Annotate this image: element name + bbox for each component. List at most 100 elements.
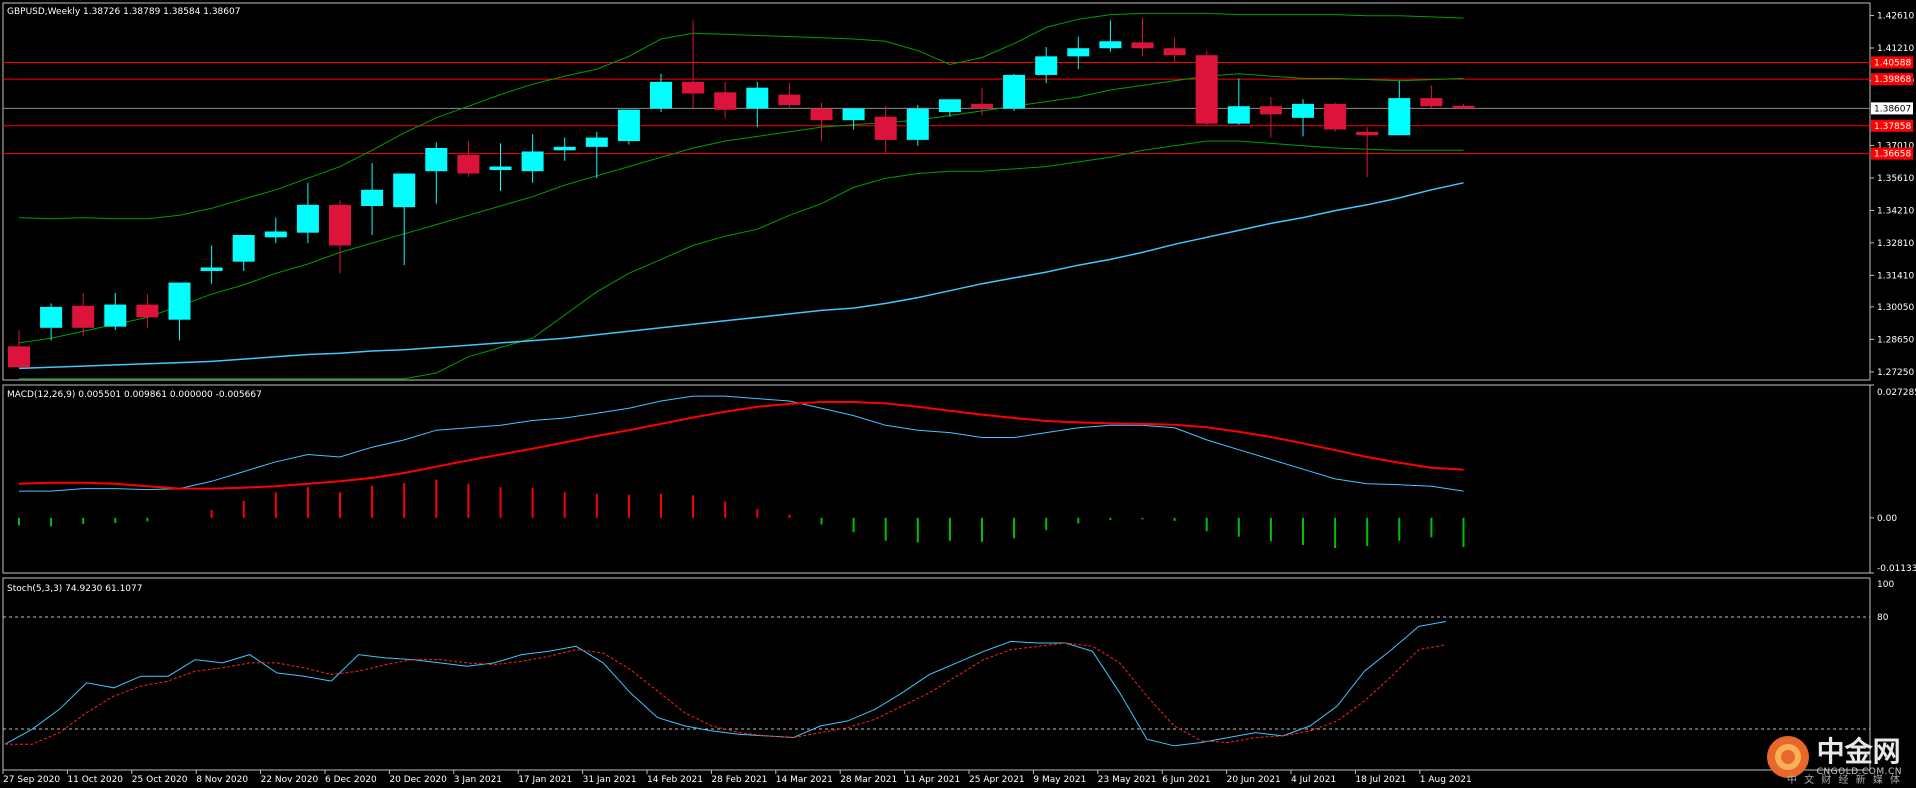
- candle-body: [136, 304, 159, 318]
- candle-body: [938, 99, 961, 113]
- watermark-slogan: 中 文 财 经 新 媒 体: [1786, 775, 1902, 786]
- time-tick-label: 27 Sep 2020: [3, 775, 60, 785]
- candle-body: [553, 146, 576, 151]
- time-tick-label: 3 Jan 2021: [454, 775, 502, 785]
- candle-body: [874, 116, 897, 140]
- candle-body: [1195, 55, 1218, 124]
- candle-body: [200, 267, 223, 271]
- stoch-panel[interactable]: Stoch(5,3,3) 74.9230 61.1077: [2, 577, 1871, 771]
- candle-body: [1324, 103, 1347, 130]
- macd-tick-label: -0.011331: [1877, 564, 1916, 574]
- candle-body: [714, 92, 737, 110]
- time-tick-label: 8 Nov 2020: [196, 775, 248, 785]
- time-tick-label: 31 Jan 2021: [583, 775, 637, 785]
- time-tick-label: 6 Jun 2021: [1162, 775, 1210, 785]
- time-tick-label: 20 Jun 2021: [1227, 775, 1281, 785]
- candle-body: [906, 108, 929, 140]
- time-tick-label: 28 Feb 2021: [711, 775, 767, 785]
- time-tick-label: 11 Oct 2020: [67, 775, 123, 785]
- time-tick-label: 14 Mar 2021: [776, 775, 833, 785]
- time-tick-label: 18 Jul 2021: [1355, 775, 1406, 785]
- price-tick-label: 1.34210: [1877, 206, 1914, 216]
- price-tick-label: 1.41210: [1877, 44, 1914, 54]
- horizontal-levels: [3, 61, 1870, 155]
- price-tick-label: 1.30050: [1877, 303, 1914, 313]
- price-tick-label: 1.35610: [1877, 174, 1914, 184]
- price-tick-label: 1.27250: [1877, 368, 1914, 378]
- candle-body: [457, 154, 480, 174]
- price-tick-label: 1.32810: [1877, 239, 1914, 249]
- candle-body: [425, 148, 448, 172]
- candle-body: [232, 235, 255, 262]
- candle-body: [1099, 41, 1122, 49]
- macd-histogram: [18, 479, 1465, 548]
- candle-body: [521, 151, 544, 172]
- candle-body: [650, 81, 672, 109]
- time-tick-label: 20 Dec 2020: [389, 775, 447, 785]
- macd-panel[interactable]: MACD(12,26,9) 0.005501 0.009861 0.000000…: [2, 384, 1871, 574]
- candle-body: [264, 231, 287, 238]
- candle-body: [361, 189, 384, 206]
- candle-body: [1227, 106, 1250, 124]
- macd-lines: [18, 395, 1464, 492]
- macd-header: MACD(12,26,9) 0.005501 0.009861 0.000000…: [7, 390, 262, 400]
- candle-body: [682, 81, 705, 94]
- macd-main-line: [19, 395, 1464, 492]
- candle-body: [810, 108, 833, 121]
- watermark-brand: 中金网: [1816, 735, 1901, 768]
- candle-body: [104, 304, 127, 327]
- time-tick-label: 9 May 2021: [1033, 775, 1086, 785]
- time-tick-label: 14 Feb 2021: [647, 775, 703, 785]
- level-tag-label: 1.40588: [1874, 58, 1911, 68]
- candle-body: [1292, 103, 1314, 118]
- price-tick-label: 1.42610: [1877, 12, 1914, 22]
- candle-body: [168, 282, 191, 320]
- time-tick-label: 17 Jan 2021: [518, 775, 572, 785]
- stoch-tick-label: 80: [1877, 613, 1889, 623]
- price-tick-label: 1.31410: [1877, 271, 1914, 281]
- time-tick-label: 6 Dec 2020: [325, 775, 377, 785]
- candle-body: [40, 306, 63, 328]
- candle-body: [1420, 98, 1443, 107]
- candle-body: [842, 108, 865, 121]
- candle-body: [746, 87, 769, 109]
- price-panel[interactable]: GBPUSD,Weekly 1.38726 1.38789 1.38584 1.…: [2, 2, 1871, 381]
- time-tick-label: 23 May 2021: [1098, 775, 1157, 785]
- candle-body: [1388, 98, 1411, 136]
- candle-body: [8, 346, 30, 368]
- time-tick-label: 22 Nov 2020: [261, 775, 319, 785]
- price-tick-label: 1.28650: [1877, 335, 1914, 345]
- candle-body: [1035, 56, 1058, 75]
- candle-body: [1131, 42, 1154, 49]
- symbol-header: GBPUSD,Weekly 1.38726 1.38789 1.38584 1.…: [7, 7, 240, 17]
- time-tick-label: 1 Aug 2021: [1420, 775, 1472, 785]
- candle-body: [1452, 105, 1475, 109]
- level-tag-label: 1.37858: [1874, 122, 1911, 132]
- candle-body: [489, 166, 512, 171]
- candle-body: [1163, 48, 1186, 56]
- time-tick-label: 25 Oct 2020: [132, 775, 188, 785]
- candle-body: [617, 109, 640, 142]
- stoch-lines: [4, 621, 1447, 747]
- level-tag-label: 1.39868: [1874, 75, 1911, 85]
- candle-body: [393, 173, 416, 208]
- candle-body: [72, 305, 95, 328]
- level-tag-label: 1.36658: [1874, 150, 1911, 160]
- stoch-axis: 100 80: [1877, 580, 1894, 623]
- time-axis: 27 Sep 2020 11 Oct 2020 25 Oct 2020 8 Nov 2…: [2, 770, 1472, 785]
- candle-body: [778, 94, 801, 106]
- time-tick-label: 11 Apr 2021: [905, 775, 961, 785]
- candle-body: [1003, 74, 1026, 109]
- time-tick-label: 4 Jul 2021: [1291, 775, 1336, 785]
- stoch-main-line: [4, 621, 1447, 747]
- candle-body: [1356, 131, 1379, 136]
- macd-signal-line: [18, 401, 1464, 490]
- candle-body: [585, 137, 608, 147]
- macd-tick-label: 0.00: [1877, 514, 1897, 524]
- candle-body: [1067, 48, 1090, 57]
- candle-body: [1259, 106, 1282, 115]
- candle-body: [296, 204, 319, 233]
- macd-panel-frame: [2, 384, 1871, 574]
- time-tick-label: 28 Mar 2021: [840, 775, 897, 785]
- macd-axis: 0.027285 0.00 -0.011331: [1870, 384, 1916, 574]
